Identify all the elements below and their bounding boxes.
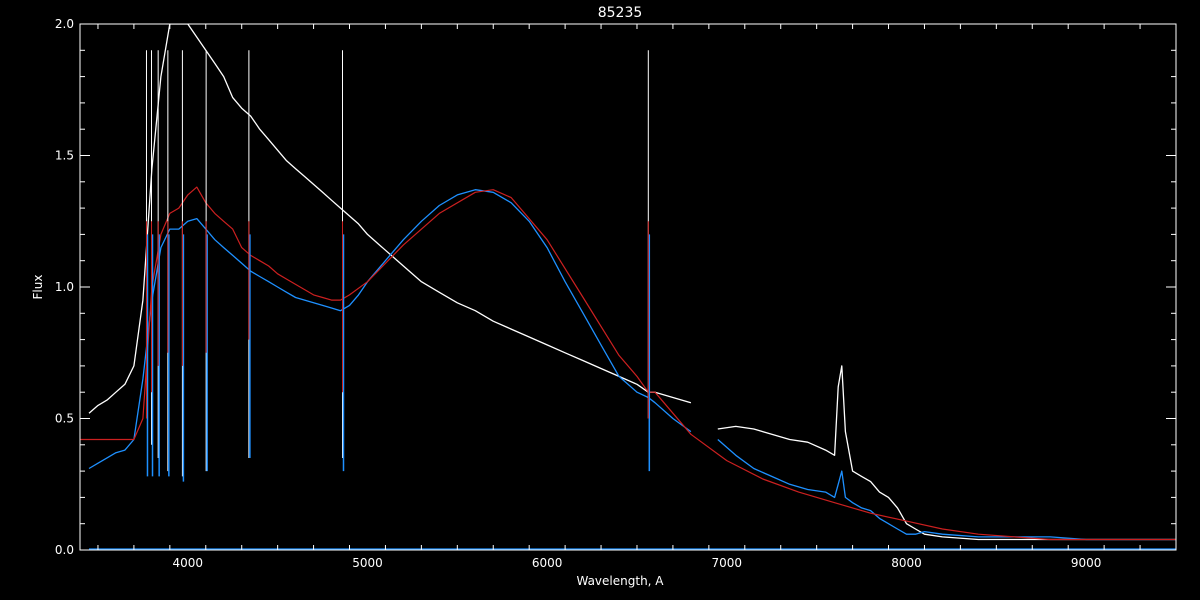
x-axis-label: Wavelength, A [576, 574, 664, 588]
blue-spectrum-line-segment-1 [88, 189, 692, 470]
spectrum-plot: 85235 Wavelength, A Flux 4000 5000 6000 700… [31, 5, 1177, 588]
plot-frame [79, 23, 1177, 551]
y-tick-label: 1.0 [55, 280, 74, 294]
series-layer [80, 24, 1176, 550]
y-tick-label: 1.5 [55, 149, 74, 163]
x-tick-label: 9000 [1071, 556, 1102, 570]
x-tick-label: 6000 [532, 556, 563, 570]
y-axis-label: Flux [31, 275, 45, 300]
x-tick-label: 7000 [712, 556, 743, 570]
blue-spectrum-line-segment-2 [717, 439, 1176, 541]
x-tick-label: 4000 [173, 556, 204, 570]
x-tick-label: 5000 [352, 556, 383, 570]
white-spectrum-line-segment-1 [88, 24, 692, 414]
chart-title: 85235 [598, 5, 643, 21]
y-tick-label: 2.0 [55, 17, 74, 31]
y-tick-label: 0.5 [55, 412, 74, 426]
x-tick-label: 8000 [891, 556, 922, 570]
red-model-line-segment-1 [80, 186, 1176, 541]
y-tick-label: 0.0 [55, 543, 74, 557]
white-spectrum-line-segment-2 [717, 365, 1176, 541]
axes-layer: 4000 5000 6000 7000 8000 9000 0.0 0.5 1.0 1.5 2.0 [55, 17, 1177, 570]
